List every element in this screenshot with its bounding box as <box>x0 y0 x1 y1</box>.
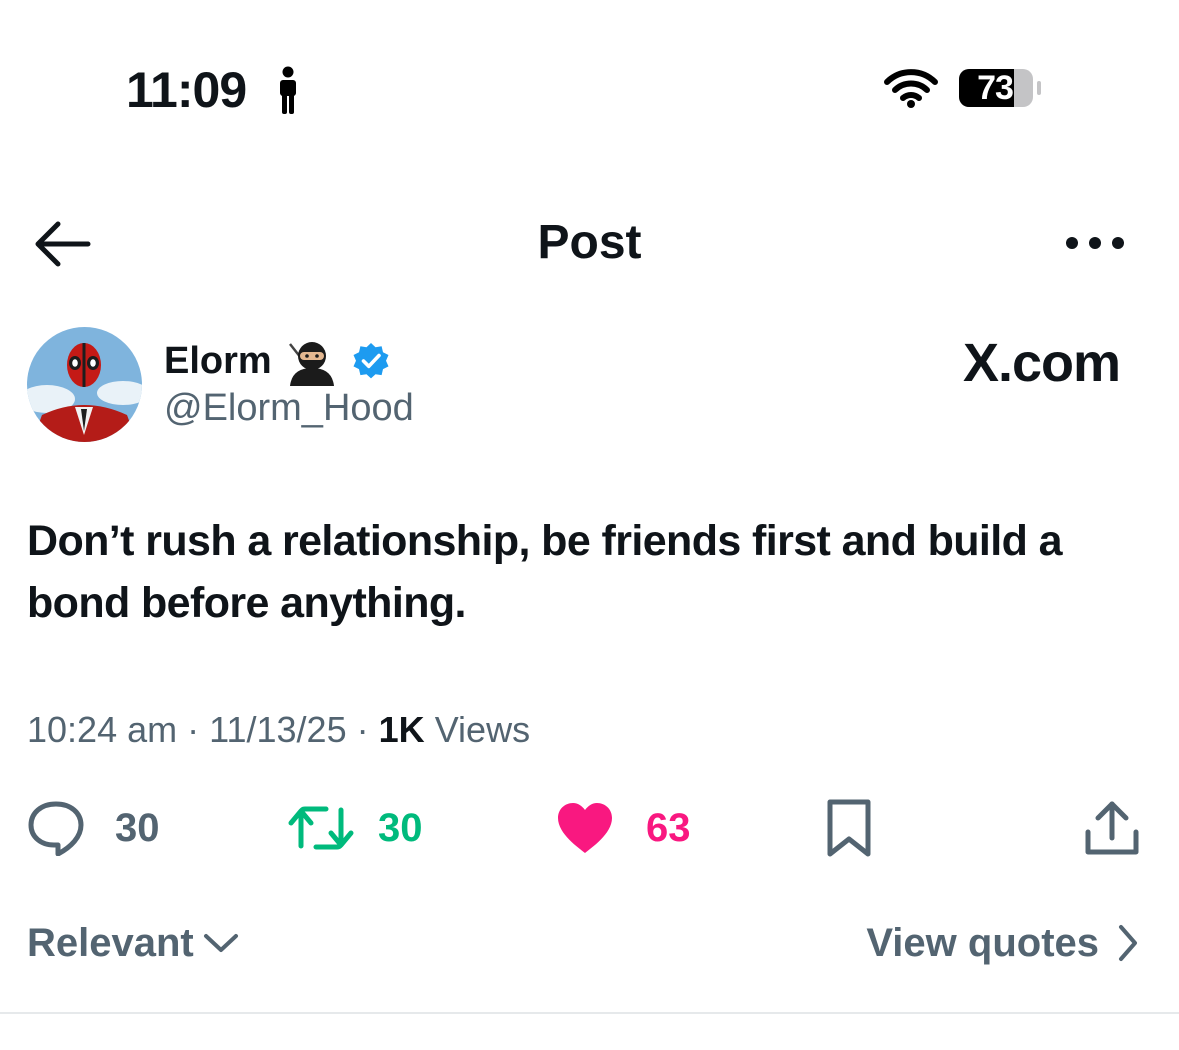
view-quotes-link[interactable]: View quotes <box>866 916 1141 970</box>
handle[interactable]: @Elorm_Hood <box>164 385 414 431</box>
reply-count: 30 <box>115 805 160 850</box>
status-time: 11:09 <box>126 62 247 118</box>
replies-sort-label: Relevant <box>27 921 194 965</box>
reply-icon <box>28 801 84 856</box>
post-meta: 10:24 am · 11/13/25 · 1K Views <box>27 706 530 754</box>
bookmark-icon[interactable] <box>824 798 874 858</box>
post-time: 10:24 am <box>27 709 178 750</box>
battery-level: 73 <box>977 69 1014 107</box>
more-icon[interactable] <box>1062 226 1128 260</box>
views-count: 1K <box>378 709 425 750</box>
ninja-icon <box>289 342 334 386</box>
like-count: 63 <box>646 805 691 850</box>
repost-count: 30 <box>378 805 423 850</box>
wifi-icon <box>884 69 938 108</box>
replies-sort-dropdown[interactable]: Relevant <box>27 916 240 970</box>
view-quotes-label: View quotes <box>866 921 1099 965</box>
person-icon <box>280 66 296 114</box>
like-icon <box>558 803 612 853</box>
page-title: Post <box>537 216 642 269</box>
avatar[interactable] <box>27 327 142 442</box>
share-icon[interactable] <box>1082 798 1142 858</box>
chevron-right-icon <box>1119 925 1137 961</box>
meta-separator: · <box>187 709 200 750</box>
meta-separator: · <box>356 709 369 750</box>
display-name[interactable]: Elorm <box>164 338 272 384</box>
like-button[interactable]: 63 <box>556 796 691 860</box>
chevron-down-icon <box>203 934 238 952</box>
verified-icon <box>353 343 389 379</box>
views-label: Views <box>434 709 531 750</box>
repost-button[interactable]: 30 <box>288 796 423 860</box>
repost-icon <box>288 806 354 850</box>
reply-button[interactable]: 30 <box>27 796 160 860</box>
divider <box>0 1012 1179 1014</box>
battery-icon: 73 <box>958 68 1044 108</box>
post-date: 11/13/25 <box>209 709 347 750</box>
post-text: Don’t rush a relationship, be friends fi… <box>27 517 1063 627</box>
watermark: X.com <box>962 333 1121 393</box>
